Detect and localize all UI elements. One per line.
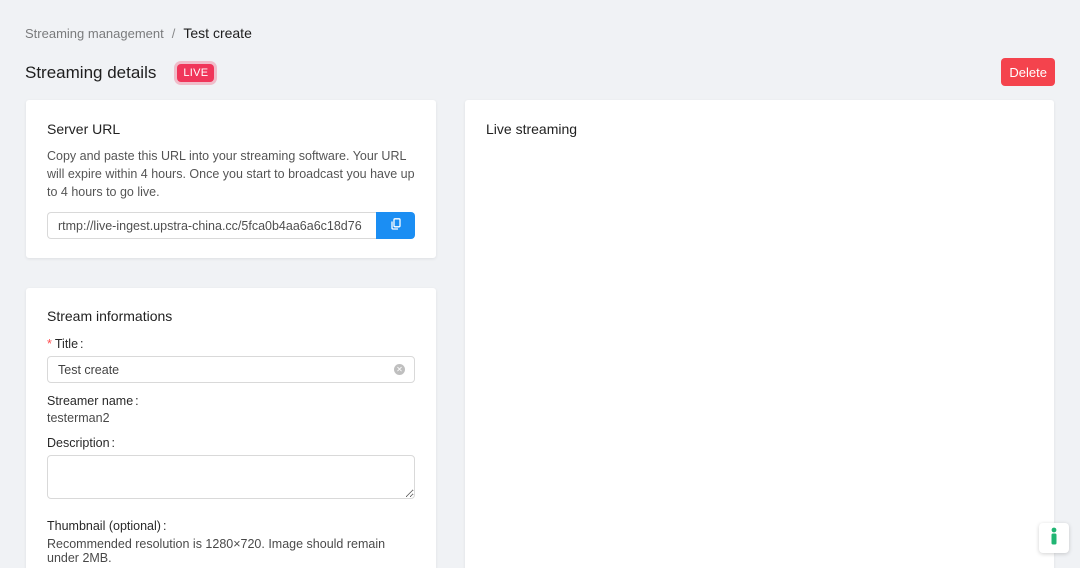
server-url-description: Copy and paste this URL into your stream… [47, 149, 415, 199]
server-url-card: Server URL Copy and paste this URL into … [26, 100, 436, 258]
server-url-group [47, 212, 415, 239]
page-title: Streaming details [25, 63, 157, 82]
thumbnail-label-text: Thumbnail (optional) [47, 519, 161, 533]
delete-button[interactable]: Delete [1001, 58, 1055, 86]
breadcrumb-streaming-management[interactable]: Streaming management [25, 26, 164, 41]
floating-help-button[interactable] [1039, 523, 1069, 553]
streamer-name-value: testerman2 [47, 411, 110, 425]
live-streaming-title: Live streaming [486, 121, 578, 137]
person-icon [1049, 527, 1059, 550]
stream-informations-title: Stream informations [47, 308, 173, 324]
breadcrumb-current: Test create [183, 25, 252, 41]
copy-url-button[interactable] [376, 212, 415, 239]
title-input[interactable] [47, 356, 415, 383]
streamer-label-text: Streamer name [47, 394, 134, 408]
required-mark: * [47, 337, 52, 351]
breadcrumb-separator: / [171, 25, 176, 41]
server-url-title: Server URL [47, 121, 121, 137]
title-label-text: Title [54, 337, 79, 351]
clear-icon[interactable]: ✕ [394, 364, 405, 375]
stream-informations-card: Stream informations *Title: ✕ Streamer n… [26, 288, 436, 568]
thumbnail-field-label: Thumbnail (optional): [47, 519, 167, 533]
thumbnail-note: Recommended resolution is 1280×720. Imag… [47, 537, 386, 565]
description-textarea[interactable] [47, 455, 415, 499]
breadcrumb: Streaming management / Test create [25, 25, 252, 41]
streaming-details-page: Streaming management / Test create Strea… [0, 0, 1080, 568]
server-url-input[interactable] [47, 212, 376, 239]
copy-icon [390, 218, 401, 233]
page-header: Streaming details LIVE Delete [25, 58, 1055, 88]
description-label-text: Description [47, 436, 110, 450]
streamer-name-label: Streamer name: [47, 394, 139, 408]
title-field-label: * Title: [47, 337, 84, 351]
title-input-wrapper: ✕ [47, 356, 415, 383]
description-field-label: Description: [47, 436, 116, 450]
live-status-badge: LIVE [177, 64, 215, 82]
live-streaming-card: Live streaming [465, 100, 1054, 568]
